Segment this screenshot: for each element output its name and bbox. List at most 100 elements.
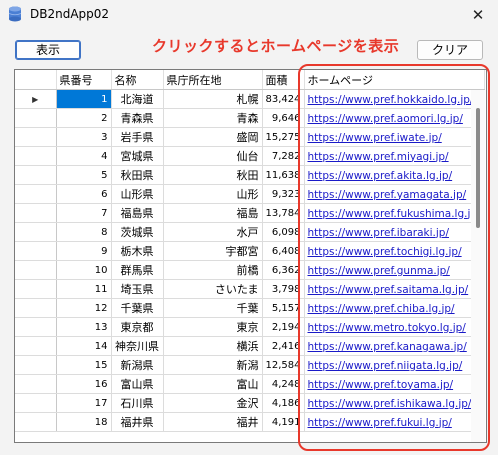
show-button[interactable]: 表示 [15,40,81,60]
cell-pref-number[interactable]: 7 [56,203,112,223]
table-row[interactable]: 8 茨城県 水戸 6,098 https://www.pref.ibaraki.jp/ [15,222,485,242]
homepage-link[interactable]: https://www.pref.ibaraki.jp/ [308,227,449,239]
homepage-link[interactable]: https://www.pref.akita.lg.jp/ [308,170,453,182]
cell-homepage[interactable]: https://www.pref.akita.lg.jp/ [304,165,485,185]
row-header[interactable] [15,203,57,223]
clear-button[interactable]: クリア [417,40,483,60]
cell-homepage[interactable]: https://www.pref.saitama.lg.jp/ [304,279,485,299]
cell-capital[interactable]: 秋田 [163,165,263,185]
table-row[interactable]: 11 埼玉県 さいたま 3,798 https://www.pref.saitama.l… [15,279,485,299]
row-header[interactable] [15,184,57,204]
row-header[interactable] [15,241,57,261]
cell-homepage[interactable]: https://www.pref.hokkaido.lg.jp/ [304,89,485,109]
vertical-scrollbar[interactable] [471,90,485,442]
cell-homepage[interactable]: https://www.pref.fukui.lg.jp/ [304,412,485,432]
cell-name[interactable]: 福島県 [111,203,164,223]
table-row[interactable]: 4 宮城県 仙台 7,282 https://www.pref.miyagi.jp/ [15,146,485,166]
table-row[interactable]: 15 新潟県 新潟 12,584 https://www.pref.niigata.lg… [15,355,485,375]
cell-homepage[interactable]: https://www.pref.ibaraki.jp/ [304,222,485,242]
cell-homepage[interactable]: https://www.pref.ishikawa.lg.jp/ [304,393,485,413]
cell-name[interactable]: 栃木県 [111,241,164,261]
cell-pref-number[interactable]: 15 [56,355,112,375]
cell-name[interactable]: 東京都 [111,317,164,337]
cell-name[interactable]: 山形県 [111,184,164,204]
cell-area[interactable]: 15,275 [262,127,305,147]
table-row[interactable]: ▶ 1 北海道 札幌 83,424 https://www.pref.hokkaido.l… [15,89,485,109]
cell-capital[interactable]: 金沢 [163,393,263,413]
cell-pref-number[interactable]: 1 [56,89,112,109]
cell-capital[interactable]: 東京 [163,317,263,337]
column-header-capital[interactable]: 県庁所在地 [163,70,263,90]
cell-homepage[interactable]: https://www.pref.toyama.jp/ [304,374,485,394]
row-header[interactable] [15,165,57,185]
cell-name[interactable]: 青森県 [111,108,164,128]
cell-homepage[interactable]: https://www.pref.fukushima.lg.jp/ [304,203,485,223]
row-header[interactable] [15,393,57,413]
cell-pref-number[interactable]: 2 [56,108,112,128]
homepage-link[interactable]: https://www.pref.iwate.jp/ [308,132,442,144]
cell-capital[interactable]: 札幌 [163,89,263,109]
homepage-link[interactable]: https://www.pref.fukui.lg.jp/ [308,417,452,429]
table-row[interactable]: 12 千葉県 千葉 5,157 https://www.pref.chiba.lg.jp… [15,298,485,318]
cell-capital[interactable]: 宇都宮 [163,241,263,261]
homepage-link[interactable]: https://www.pref.fukushima.lg.jp/ [308,208,481,220]
cell-name[interactable]: 福井県 [111,412,164,432]
table-row[interactable]: 10 群馬県 前橋 6,362 https://www.pref.gunma.jp/ [15,260,485,280]
cell-capital[interactable]: 山形 [163,184,263,204]
cell-homepage[interactable]: https://www.pref.gunma.jp/ [304,260,485,280]
cell-capital[interactable]: 盛岡 [163,127,263,147]
cell-area[interactable]: 2,416 [262,336,305,356]
table-row[interactable]: 16 富山県 富山 4,248 https://www.pref.toyama.jp/ [15,374,485,394]
homepage-link[interactable]: https://www.pref.hokkaido.lg.jp/ [308,94,474,106]
row-header[interactable] [15,317,57,337]
cell-pref-number[interactable]: 12 [56,298,112,318]
cell-area[interactable]: 9,323 [262,184,305,204]
table-row[interactable]: 17 石川県 金沢 4,186 https://www.pref.ishikawa.lg… [15,393,485,413]
cell-area[interactable]: 5,157 [262,298,305,318]
cell-area[interactable]: 9,646 [262,108,305,128]
cell-capital[interactable]: 千葉 [163,298,263,318]
cell-homepage[interactable]: https://www.pref.aomori.lg.jp/ [304,108,485,128]
cell-name[interactable]: 千葉県 [111,298,164,318]
cell-capital[interactable]: 水戸 [163,222,263,242]
row-header[interactable] [15,374,57,394]
cell-area[interactable]: 3,798 [262,279,305,299]
cell-name[interactable]: 茨城県 [111,222,164,242]
cell-pref-number[interactable]: 9 [56,241,112,261]
cell-pref-number[interactable]: 8 [56,222,112,242]
row-header[interactable] [15,298,57,318]
cell-homepage[interactable]: https://www.pref.tochigi.lg.jp/ [304,241,485,261]
cell-pref-number[interactable]: 4 [56,146,112,166]
row-header[interactable]: ▶ [15,89,57,109]
homepage-link[interactable]: https://www.pref.aomori.lg.jp/ [308,113,463,125]
homepage-link[interactable]: https://www.metro.tokyo.lg.jp/ [308,322,466,334]
table-row[interactable]: 2 青森県 青森 9,646 https://www.pref.aomori.lg.jp… [15,108,485,128]
row-header[interactable] [15,146,57,166]
cell-name[interactable]: 新潟県 [111,355,164,375]
column-header-pref-number[interactable]: 県番号 [56,70,112,90]
cell-area[interactable]: 12,584 [262,355,305,375]
cell-capital[interactable]: さいたま [163,279,263,299]
cell-capital[interactable]: 福井 [163,412,263,432]
table-row[interactable]: 9 栃木県 宇都宮 6,408 https://www.pref.tochigi.lg.… [15,241,485,261]
cell-pref-number[interactable]: 18 [56,412,112,432]
table-row[interactable]: 6 山形県 山形 9,323 https://www.pref.yamagata.jp/ [15,184,485,204]
cell-pref-number[interactable]: 10 [56,260,112,280]
cell-pref-number[interactable]: 6 [56,184,112,204]
cell-name[interactable]: 秋田県 [111,165,164,185]
cell-capital[interactable]: 横浜 [163,336,263,356]
cell-pref-number[interactable]: 16 [56,374,112,394]
homepage-link[interactable]: https://www.pref.kanagawa.jp/ [308,341,467,353]
cell-name[interactable]: 岩手県 [111,127,164,147]
cell-pref-number[interactable]: 11 [56,279,112,299]
cell-pref-number[interactable]: 5 [56,165,112,185]
cell-name[interactable]: 神奈川県 [111,336,164,356]
cell-name[interactable]: 石川県 [111,393,164,413]
cell-homepage[interactable]: https://www.pref.chiba.lg.jp/ [304,298,485,318]
table-row[interactable]: 13 東京都 東京 2,194 https://www.metro.tokyo.lg.j… [15,317,485,337]
cell-area[interactable]: 6,362 [262,260,305,280]
cell-homepage[interactable]: https://www.pref.yamagata.jp/ [304,184,485,204]
homepage-link[interactable]: https://www.pref.yamagata.jp/ [308,189,467,201]
cell-area[interactable]: 7,282 [262,146,305,166]
cell-homepage[interactable]: https://www.pref.miyagi.jp/ [304,146,485,166]
